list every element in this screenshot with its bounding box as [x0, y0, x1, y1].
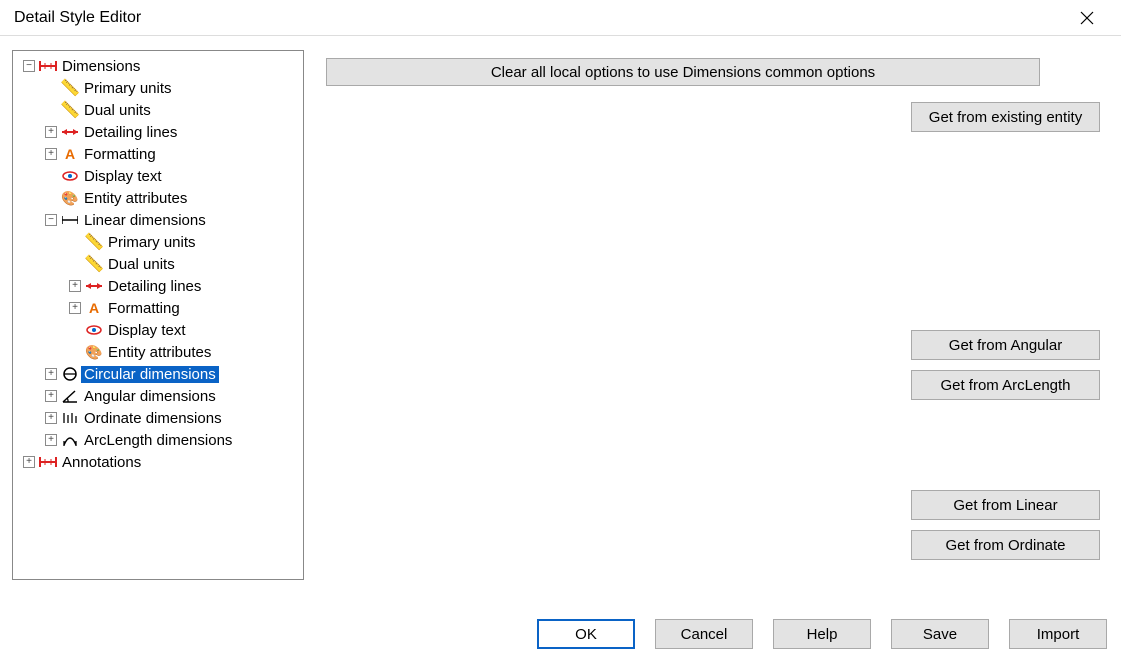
tree-label: Formatting — [81, 146, 159, 163]
tree-label: Formatting — [105, 300, 183, 317]
formatting-icon: A — [85, 299, 103, 317]
expand-icon[interactable]: + — [69, 280, 81, 292]
ordinate-icon — [61, 409, 79, 427]
display-icon — [85, 321, 103, 339]
window-title: Detail Style Editor — [14, 9, 141, 27]
annotations-icon — [39, 453, 57, 471]
get-from-arclength-button[interactable]: Get from ArcLength — [911, 370, 1100, 400]
tree-item-dual-units[interactable]: 📏 Dual units — [17, 99, 301, 121]
close-icon[interactable] — [1067, 3, 1107, 33]
tree-label: Display text — [81, 168, 165, 185]
tree-label: Annotations — [59, 454, 144, 471]
tree-label: Linear dimensions — [81, 212, 209, 229]
ok-button[interactable]: OK — [537, 619, 635, 649]
tree-label: Angular dimensions — [81, 388, 219, 405]
tree-label: Primary units — [105, 234, 199, 251]
expand-icon[interactable]: + — [69, 302, 81, 314]
formatting-icon: A — [61, 145, 79, 163]
expand-icon[interactable]: + — [45, 434, 57, 446]
tree-label: Dual units — [105, 256, 178, 273]
ruler-icon: 📏 — [85, 255, 103, 273]
expand-icon[interactable]: + — [45, 126, 57, 138]
import-button[interactable]: Import — [1009, 619, 1107, 649]
tree-item-linear-primary-units[interactable]: 📏 Primary units — [17, 231, 301, 253]
tree-item-linear-dual-units[interactable]: 📏 Dual units — [17, 253, 301, 275]
palette-icon: 🎨 — [85, 343, 103, 361]
bottom-bar: OK Cancel Help Save Import — [0, 608, 1121, 666]
display-icon — [61, 167, 79, 185]
ruler-icon: 📏 — [61, 101, 79, 119]
titlebar: Detail Style Editor — [0, 0, 1121, 36]
expand-icon[interactable]: + — [23, 456, 35, 468]
tree-item-formatting[interactable]: + A Formatting — [17, 143, 301, 165]
tree-label: Entity attributes — [105, 344, 214, 361]
tree-item-linear-display-text[interactable]: Display text — [17, 319, 301, 341]
tree-label: ArcLength dimensions — [81, 432, 235, 449]
tree-label: Entity attributes — [81, 190, 190, 207]
detailing-icon — [85, 277, 103, 295]
get-from-ordinate-button[interactable]: Get from Ordinate — [911, 530, 1100, 560]
circular-icon — [61, 365, 79, 383]
tree-item-entity-attributes[interactable]: 🎨 Entity attributes — [17, 187, 301, 209]
get-from-linear-button[interactable]: Get from Linear — [911, 490, 1100, 520]
tree-item-arclength-dimensions[interactable]: + ArcLength dimensions — [17, 429, 301, 451]
get-from-angular-button[interactable]: Get from Angular — [911, 330, 1100, 360]
help-button[interactable]: Help — [773, 619, 871, 649]
tree-item-ordinate-dimensions[interactable]: + Ordinate dimensions — [17, 407, 301, 429]
dimensions-icon — [39, 57, 57, 75]
tree-label: Display text — [105, 322, 189, 339]
collapse-icon[interactable]: − — [45, 214, 57, 226]
tree-item-linear-entity-attributes[interactable]: 🎨 Entity attributes — [17, 341, 301, 363]
tree-item-linear-detailing-lines[interactable]: + Detailing lines — [17, 275, 301, 297]
tree-label: Dimensions — [59, 58, 143, 75]
linear-icon — [61, 211, 79, 229]
tree-item-dimensions[interactable]: − Dimensions — [17, 55, 301, 77]
tree-label: Ordinate dimensions — [81, 410, 225, 427]
tree-label-selected: Circular dimensions — [81, 366, 219, 383]
ruler-icon: 📏 — [85, 233, 103, 251]
expand-icon[interactable]: + — [45, 390, 57, 402]
collapse-icon[interactable]: − — [23, 60, 35, 72]
tree-item-angular-dimensions[interactable]: + Angular dimensions — [17, 385, 301, 407]
tree-label: Detailing lines — [81, 124, 180, 141]
expand-icon[interactable]: + — [45, 368, 57, 380]
detailing-icon — [61, 123, 79, 141]
expand-icon[interactable]: + — [45, 148, 57, 160]
tree-label: Primary units — [81, 80, 175, 97]
ruler-icon: 📏 — [61, 79, 79, 97]
tree-item-annotations[interactable]: + Annotations — [17, 451, 301, 473]
tree-item-linear-formatting[interactable]: + A Formatting — [17, 297, 301, 319]
tree-item-display-text[interactable]: Display text — [17, 165, 301, 187]
tree-item-circular-dimensions[interactable]: + Circular dimensions — [17, 363, 301, 385]
tree-panel[interactable]: − Dimensions 📏 Primary units 📏 — [12, 50, 304, 580]
tree-item-detailing-lines[interactable]: + Detailing lines — [17, 121, 301, 143]
expand-icon[interactable]: + — [45, 412, 57, 424]
tree-label: Dual units — [81, 102, 154, 119]
angular-icon — [61, 387, 79, 405]
arclength-icon — [61, 431, 79, 449]
save-button[interactable]: Save — [891, 619, 989, 649]
clear-options-button[interactable]: Clear all local options to use Dimension… — [326, 58, 1040, 86]
tree-item-primary-units[interactable]: 📏 Primary units — [17, 77, 301, 99]
get-from-existing-button[interactable]: Get from existing entity — [911, 102, 1100, 132]
palette-icon: 🎨 — [61, 189, 79, 207]
cancel-button[interactable]: Cancel — [655, 619, 753, 649]
tree-item-linear-dimensions[interactable]: − Linear dimensions — [17, 209, 301, 231]
right-panel: Clear all local options to use Dimension… — [326, 50, 1109, 596]
tree-label: Detailing lines — [105, 278, 204, 295]
